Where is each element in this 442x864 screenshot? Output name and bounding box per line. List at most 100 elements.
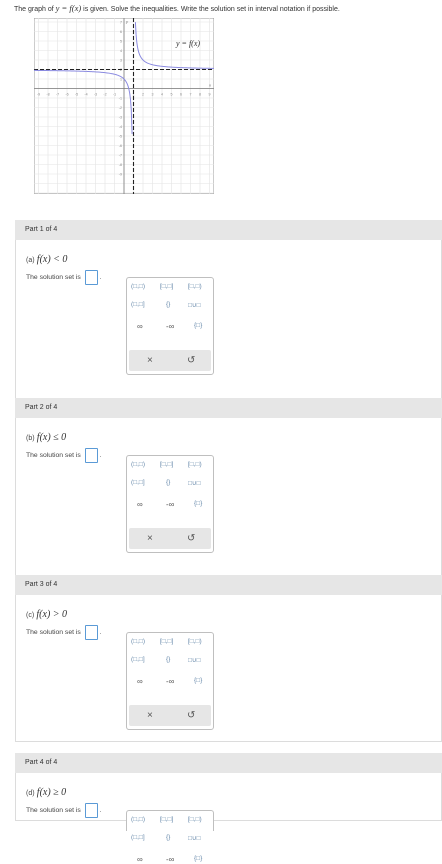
solution-row: The solution set is . [26, 270, 102, 285]
keypad-footer: × ↺ [129, 350, 211, 371]
keypad-key[interactable]: -∞ [166, 677, 174, 686]
function-notation: y = f(x) [55, 3, 82, 13]
keypad-key[interactable]: {} [166, 301, 170, 308]
part-section: Part 3 of 4 (c) f(x) > 0 The solution se… [15, 575, 442, 742]
y-tick-label: 6 [120, 30, 122, 34]
solution-row: The solution set is . [26, 803, 102, 818]
solution-label: The solution set is [26, 629, 81, 636]
keypad-key[interactable]: □∪□ [188, 479, 201, 487]
answer-input[interactable] [84, 448, 98, 463]
keypad-key[interactable]: [□,□] [160, 461, 173, 468]
solution-row: The solution set is . [26, 448, 102, 463]
math-keypad: (□,□) [□,□] [□,□) (□,□]{} □∪□ ∞ -∞ {□} × ↺ [126, 277, 214, 375]
inequality-text: f(x) > 0 [36, 609, 68, 620]
part-header: Part 1 of 4 [15, 220, 442, 240]
math-keypad: (□,□) [□,□] [□,□) (□,□]{} □∪□ ∞ -∞ {□} [126, 810, 214, 864]
keypad-key[interactable]: {□} [194, 677, 202, 684]
y-tick-label: -8 [119, 163, 122, 167]
y-tick-label: -5 [119, 134, 122, 138]
x-tick-label: 7 [190, 93, 192, 97]
keypad-key[interactable]: [□,□) [188, 283, 202, 290]
answer-input[interactable] [84, 270, 98, 285]
part-body: (a) f(x) < 0 The solution set is . (□,□)… [15, 240, 442, 408]
clear-button[interactable]: × [147, 533, 153, 544]
undo-button[interactable]: ↺ [187, 355, 195, 366]
solution-label: The solution set is [26, 274, 81, 281]
undo-button[interactable]: ↺ [187, 710, 195, 721]
y-tick-label: 5 [120, 39, 122, 43]
keypad-key[interactable]: {} [166, 479, 170, 486]
part-section: Part 4 of 4 (d) f(x) ≥ 0 The solution se… [15, 753, 442, 864]
solution-label: The solution set is [26, 452, 81, 459]
solution-label: The solution set is [26, 807, 81, 814]
y-tick-label: -4 [119, 125, 122, 129]
keypad-key[interactable]: [□,□] [160, 638, 173, 645]
inequality-text: f(x) ≥ 0 [36, 787, 67, 798]
x-tick-label: -2 [103, 93, 106, 97]
keypad-key[interactable]: ∞ [137, 677, 143, 686]
x-tick-label: -8 [46, 93, 49, 97]
inequality-text: f(x) < 0 [36, 254, 68, 265]
y-tick-label: 4 [120, 49, 122, 53]
question-prompt: (b) f(x) ≤ 0 [26, 432, 66, 443]
keypad-key[interactable]: -∞ [166, 500, 174, 509]
keypad-key[interactable]: (□,□] [131, 834, 145, 841]
x-tick-label: -3 [94, 93, 97, 97]
keypad-key[interactable]: (□,□) [131, 638, 145, 645]
keypad-key[interactable]: (□,□) [131, 283, 145, 290]
keypad-key[interactable]: (□,□] [131, 479, 145, 486]
keypad-key[interactable]: □∪□ [188, 656, 201, 664]
keypad-key[interactable]: [□,□) [188, 638, 202, 645]
keypad-key[interactable]: ∞ [137, 322, 143, 331]
keypad-key[interactable]: ∞ [137, 855, 143, 864]
keypad-key[interactable]: {□} [194, 855, 202, 862]
y-tick-label: -7 [119, 153, 122, 157]
clear-button[interactable]: × [147, 355, 153, 366]
undo-button[interactable]: ↺ [187, 533, 195, 544]
part-body: (c) f(x) > 0 The solution set is . (□,□)… [15, 595, 442, 742]
clear-button[interactable]: × [147, 710, 153, 721]
x-tick-label: -6 [65, 93, 68, 97]
keypad-key[interactable]: ∞ [137, 500, 143, 509]
keypad-key[interactable]: □∪□ [188, 834, 201, 842]
graph-function-label: y = f(x) [175, 39, 200, 48]
x-tick-label: -1 [113, 93, 116, 97]
part-body: (b) f(x) ≤ 0 The solution set is . (□,□)… [15, 418, 442, 576]
keypad-key[interactable]: (□,□] [131, 301, 145, 308]
keypad-key[interactable]: {} [166, 834, 170, 841]
keypad-key[interactable]: □∪□ [188, 301, 201, 309]
keypad-footer: × ↺ [129, 705, 211, 726]
keypad-key[interactable]: (□,□) [131, 461, 145, 468]
x-tick-label: 2 [142, 93, 144, 97]
keypad-key[interactable]: -∞ [166, 322, 174, 331]
question-prompt: (a) f(x) < 0 [26, 254, 67, 265]
x-tick-label: 8 [199, 93, 201, 97]
keypad-key[interactable]: (□,□] [131, 656, 145, 663]
inequality-text: f(x) ≤ 0 [36, 432, 67, 443]
y-tick-label: -1 [119, 96, 122, 100]
part-header: Part 3 of 4 [15, 575, 442, 595]
answer-input[interactable] [84, 803, 98, 818]
x-tick-label: 9 [209, 93, 211, 97]
answer-input[interactable] [84, 625, 98, 640]
function-graph: xy -9-8-7-6-5-4-3-2-1123456789987654321-… [34, 18, 214, 194]
keypad-key[interactable]: -∞ [166, 855, 174, 864]
math-keypad: (□,□) [□,□] [□,□) (□,□]{} □∪□ ∞ -∞ {□} × ↺ [126, 632, 214, 730]
keypad-key[interactable]: [□,□) [188, 461, 202, 468]
part-header: Part 2 of 4 [15, 398, 442, 418]
keypad-key[interactable]: [□,□] [160, 283, 173, 290]
part-header: Part 4 of 4 [15, 753, 442, 773]
question-prompt: (c) f(x) > 0 [26, 609, 67, 620]
x-tick-label: 6 [180, 93, 182, 97]
x-tick-label: -5 [75, 93, 78, 97]
keypad-key[interactable]: {□} [194, 500, 202, 507]
y-tick-label: -9 [119, 172, 122, 176]
y-tick-label: 3 [120, 58, 122, 62]
keypad-key[interactable]: {□} [194, 322, 202, 329]
question-letter: (b) [26, 435, 35, 442]
x-tick-label: -7 [56, 93, 59, 97]
question-letter: (d) [26, 790, 35, 797]
y-tick-label: -3 [119, 115, 122, 119]
keypad-key[interactable]: {} [166, 656, 170, 663]
y-tick-label: -6 [119, 144, 122, 148]
